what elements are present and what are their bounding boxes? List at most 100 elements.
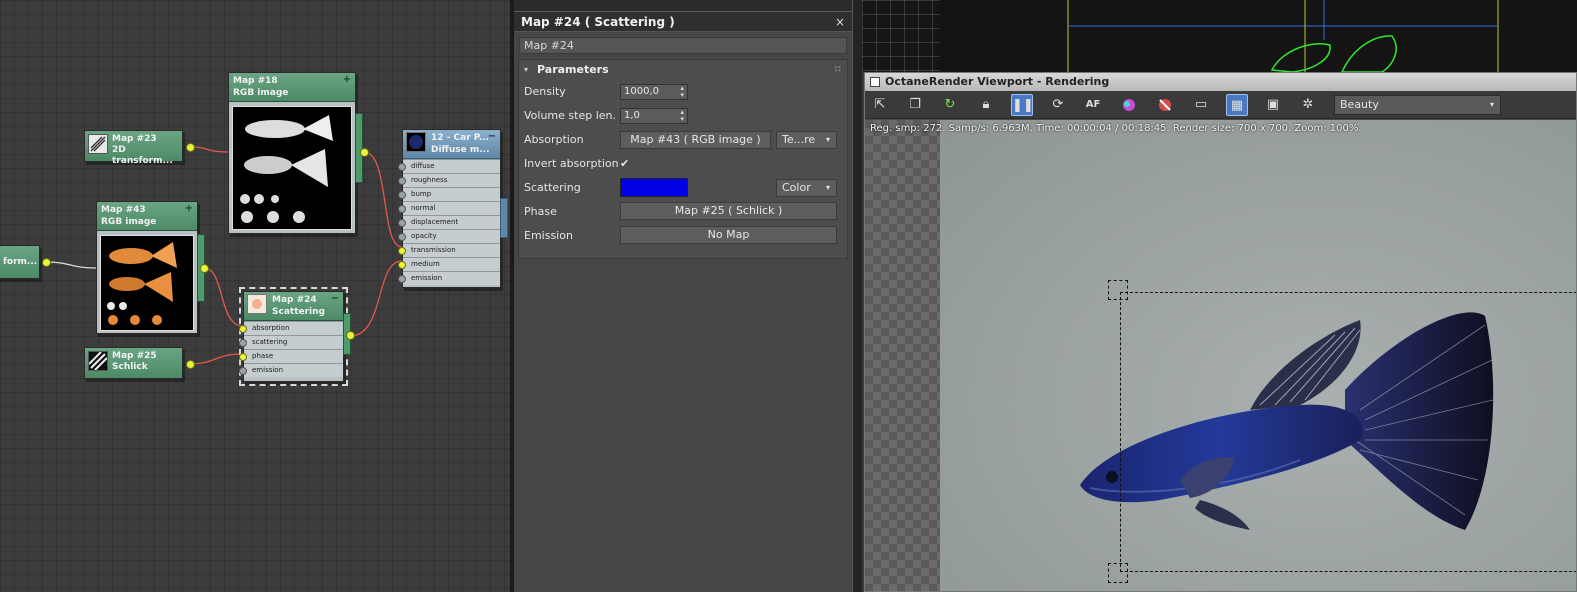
slot-bump[interactable]: bump xyxy=(398,187,500,201)
invert-absorption-checkbox[interactable]: ✔ xyxy=(620,157,633,170)
collapse-icon[interactable]: − xyxy=(331,293,339,305)
clay-icon[interactable] xyxy=(1154,94,1176,116)
region-handle-tl[interactable] xyxy=(1108,280,1128,300)
grip-icon[interactable]: ∷ xyxy=(835,60,841,80)
collapse-arrow-icon[interactable]: ▾ xyxy=(524,60,528,80)
slot-emission[interactable]: emission xyxy=(239,363,343,377)
refresh-icon[interactable]: ↻ xyxy=(939,94,961,116)
node-header[interactable]: Map #24 Scattering − xyxy=(244,292,343,321)
expand-icon[interactable]: + xyxy=(343,74,351,86)
absorption-type-dropdown[interactable]: Te...re ▾ xyxy=(776,131,837,149)
node-subtitle: RGB image xyxy=(233,88,289,98)
transparency-checker xyxy=(865,120,940,591)
slot-roughness[interactable]: roughness xyxy=(398,173,500,187)
material-sphere-icon xyxy=(406,132,426,152)
3d-viewport[interactable] xyxy=(862,0,1577,72)
color-icon[interactable] xyxy=(1118,94,1140,116)
node-map18[interactable]: Map #18 RGB image + xyxy=(228,72,356,234)
node-map43[interactable]: Map #43 RGB image + xyxy=(96,201,198,334)
slot-scattering[interactable]: scattering xyxy=(239,335,343,349)
input-pin[interactable] xyxy=(398,191,406,199)
input-pin[interactable] xyxy=(398,261,406,269)
collapse-icon[interactable]: − xyxy=(488,131,496,143)
autofocus-icon[interactable]: AF xyxy=(1082,94,1104,116)
slot-label: diffuse xyxy=(411,162,435,170)
input-pin[interactable] xyxy=(398,233,406,241)
copy-icon[interactable]: ❐ xyxy=(904,94,926,116)
slot-emission[interactable]: emission xyxy=(398,271,500,285)
slot-normal[interactable]: normal xyxy=(398,201,500,215)
scattering-type-dropdown[interactable]: Color ▾ xyxy=(776,179,837,197)
render-pass-select[interactable]: Beauty ▾ xyxy=(1334,95,1501,115)
slot-medium[interactable]: medium xyxy=(398,257,500,271)
octane-title-bar[interactable]: OctaneRender Viewport - Rendering xyxy=(865,73,1576,91)
slot-opacity[interactable]: opacity xyxy=(398,229,500,243)
map-name-field[interactable]: Map #24 xyxy=(519,37,847,54)
node-output-pin[interactable] xyxy=(42,258,51,267)
node-header[interactable]: Map #43 RGB image + xyxy=(97,202,197,231)
node-output-pin[interactable] xyxy=(186,143,195,152)
close-icon[interactable]: × xyxy=(835,12,845,32)
slot-label: emission xyxy=(252,366,284,374)
node-subtitle: 2D transform... xyxy=(112,145,173,166)
scattering-color-swatch[interactable] xyxy=(620,178,688,197)
input-pin[interactable] xyxy=(239,367,247,375)
pause-icon[interactable]: ❚❚ xyxy=(1011,94,1034,116)
region-handle-bl[interactable] xyxy=(1108,563,1128,583)
input-pin[interactable] xyxy=(398,177,406,185)
slot-displacement[interactable]: displacement xyxy=(398,215,500,229)
node-header[interactable]: Map #18 RGB image + xyxy=(229,73,355,102)
settings-icon[interactable]: ✲ xyxy=(1297,94,1319,116)
node-header[interactable]: 12 - Car P... Diffuse m... − xyxy=(403,130,500,159)
slot-diffuse[interactable]: diffuse xyxy=(398,159,500,173)
render-region-icon[interactable]: ▦ xyxy=(1226,94,1248,116)
expand-icon[interactable]: + xyxy=(185,203,193,215)
rollout-header[interactable]: ▾ Parameters ∷ xyxy=(519,60,847,80)
volume-step-value: 1,0 xyxy=(624,110,640,121)
node-map24[interactable]: Map #24 Scattering − absorption scatteri… xyxy=(239,287,348,386)
octane-title-text: OctaneRender Viewport - Rendering xyxy=(885,75,1110,88)
node-output-pin[interactable] xyxy=(360,148,369,157)
volume-step-spinner[interactable]: 1,0 ▴ ▾ xyxy=(620,108,688,124)
node-output-pin[interactable] xyxy=(346,331,355,340)
node-output-pin[interactable] xyxy=(200,264,209,273)
lock-icon[interactable]: 🔒︎ xyxy=(975,94,997,116)
render-region-box[interactable] xyxy=(1120,292,1576,572)
node-material[interactable]: 12 - Car P... Diffuse m... − diffuse rou… xyxy=(398,129,501,288)
input-pin[interactable] xyxy=(239,325,247,333)
spinner-arrows-icon[interactable]: ▴ ▾ xyxy=(680,85,684,99)
region-icon[interactable]: ▭ xyxy=(1190,94,1212,116)
node-editor[interactable]: form... Map #23 2D transform... Map #18 … xyxy=(0,0,510,592)
density-spinner[interactable]: 1000,0 ▴ ▾ xyxy=(620,84,688,100)
node-map25[interactable]: Map #25 Schlick xyxy=(84,347,183,379)
render-pass-value: Beauty xyxy=(1340,98,1379,111)
slot-phase[interactable]: phase xyxy=(239,349,343,363)
emission-map-button[interactable]: No Map xyxy=(620,226,837,244)
viewport-divider[interactable] xyxy=(852,0,862,592)
node-title: Map #43 xyxy=(101,205,146,215)
input-pin[interactable] xyxy=(398,247,406,255)
phase-map-button[interactable]: Map #25 ( Schlick ) xyxy=(620,202,837,220)
node-transform-offscreen[interactable]: form... xyxy=(0,245,40,279)
render-canvas[interactable]: Reg. smp: 272. Samp/s: 6.963M. Time: 00:… xyxy=(865,120,1576,591)
input-pin[interactable] xyxy=(398,219,406,227)
node-map23[interactable]: Map #23 2D transform... xyxy=(84,130,183,166)
octane-toolbar: ⇱ ❐ ↻ 🔒︎ ❚❚ ⟳ AF ▭ ▦ ▣ ✲ Beauty ▾ xyxy=(865,91,1576,119)
frame-icon[interactable]: ▣ xyxy=(1262,94,1284,116)
octane-render-window: OctaneRender Viewport - Rendering ⇱ ❐ ↻ … xyxy=(864,72,1577,592)
spinner-arrows-icon[interactable]: ▴ ▾ xyxy=(680,109,684,123)
absorption-map-button[interactable]: Map #43 ( RGB image ) xyxy=(620,131,771,149)
slot-absorption[interactable]: absorption xyxy=(239,321,343,335)
input-pin[interactable] xyxy=(398,163,406,171)
slot-label: bump xyxy=(411,190,432,198)
input-pin[interactable] xyxy=(239,353,247,361)
panel-title-text: Map #24 ( Scattering ) xyxy=(521,15,675,29)
absorption-label: Absorption xyxy=(524,133,584,146)
restart-icon[interactable]: ⟳ xyxy=(1047,94,1069,116)
input-pin[interactable] xyxy=(239,339,247,347)
input-pin[interactable] xyxy=(398,275,406,283)
node-output-pin[interactable] xyxy=(186,360,195,369)
export-icon[interactable]: ⇱ xyxy=(869,94,891,116)
input-pin[interactable] xyxy=(398,205,406,213)
slot-transmission[interactable]: transmission xyxy=(398,243,500,257)
